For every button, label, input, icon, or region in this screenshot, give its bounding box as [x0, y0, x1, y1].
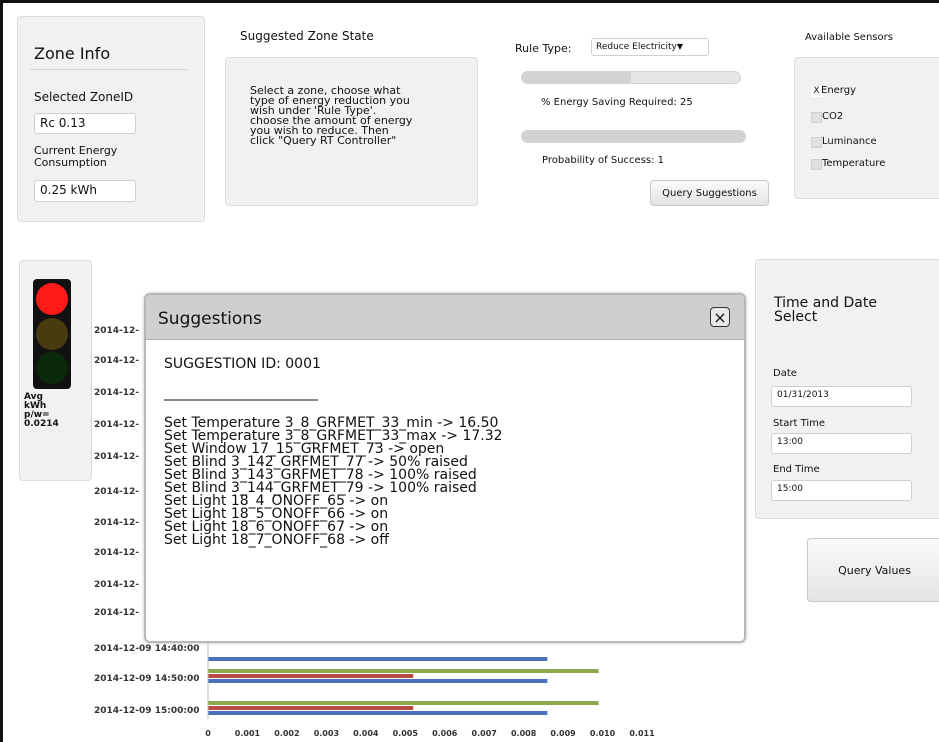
chart-y-tick-label: 2014-12-: [94, 518, 140, 528]
dialog-header: Suggestions ×: [146, 295, 744, 340]
chart-y-tick-label: 2014-12-09 15:00:00: [94, 706, 200, 716]
start-time-label: Start Time: [773, 418, 826, 429]
start-time-input[interactable]: 13:00: [771, 433, 912, 454]
chart-x-tick-label: 0: [205, 729, 211, 738]
query-values-button[interactable]: Query Values: [807, 538, 939, 602]
chart-y-tick-label: 2014-12-09 14:50:00: [94, 674, 200, 684]
chart-y-tick-label: 2014-12-: [94, 388, 140, 398]
chart-x-tick-label: 0.003: [314, 729, 339, 738]
chart-x-tick-label: 0.004: [353, 729, 379, 738]
chart-y-tick-label: 2014-12-09 14:40:00: [94, 644, 200, 654]
suggestion-line: Set Light 18_7_ONOFF_68 -> off: [164, 532, 389, 548]
chart-y-tick-label: 2014-12-: [94, 420, 140, 430]
suggestion-list: Set Temperature 3_8_GRFMET_33_min -> 16.…: [164, 416, 503, 548]
chart-bar: [208, 669, 599, 673]
chart-bar: [208, 701, 599, 705]
chart-bar: [208, 711, 548, 715]
chart-bar: [208, 706, 414, 710]
chart-x-tick-label: 0.001: [235, 729, 261, 738]
chart-x-tick-label: 0.006: [432, 729, 458, 738]
chart-y-tick-label: 2014-12-: [94, 356, 140, 366]
end-time-label: End Time: [773, 464, 820, 475]
end-time-input[interactable]: 15:00: [771, 480, 912, 501]
date-label: Date: [773, 368, 797, 379]
time-date-title-2: Select: [774, 309, 818, 325]
chart-x-tick-label: 0.010: [590, 729, 616, 738]
date-input[interactable]: 01/31/2013: [771, 386, 912, 407]
chart-x-tick-label: 0.005: [393, 729, 419, 738]
suggestions-dialog: Suggestions × SUGGESTION ID: 0001 ______…: [144, 293, 746, 643]
suggestion-separator: ______________________: [164, 385, 318, 401]
time-date-panel: Time and Date Select Date 01/31/2013 Sta…: [755, 259, 939, 519]
chart-bar: [208, 674, 414, 678]
chart-x-tick-label: 0.008: [511, 729, 537, 738]
chart-y-tick-label: 2014-12-: [94, 608, 140, 618]
chart-x-tick-label: 0.011: [629, 729, 655, 738]
suggestion-id: SUGGESTION ID: 0001: [164, 356, 321, 372]
chart-x-tick-label: 0.009: [550, 729, 576, 738]
chart-y-tick-label: 2014-12-: [94, 548, 140, 558]
close-icon[interactable]: ×: [710, 307, 730, 327]
chart-y-tick-label: 2014-12-: [94, 487, 140, 497]
dialog-title: Suggestions: [158, 309, 262, 329]
chart-x-tick-label: 0.002: [274, 729, 299, 738]
chart-x-tick-label: 0.007: [472, 729, 497, 738]
chart-y-tick-label: 2014-12-: [94, 326, 140, 336]
chart-y-tick-label: 2014-12-: [94, 452, 140, 462]
app-frame: Zone Info Selected ZoneID Rc 0.13 Curren…: [0, 0, 939, 742]
chart-bar: [208, 657, 548, 661]
chart-bar: [208, 679, 548, 683]
chart-y-tick-label: 2014-12-: [94, 580, 140, 590]
